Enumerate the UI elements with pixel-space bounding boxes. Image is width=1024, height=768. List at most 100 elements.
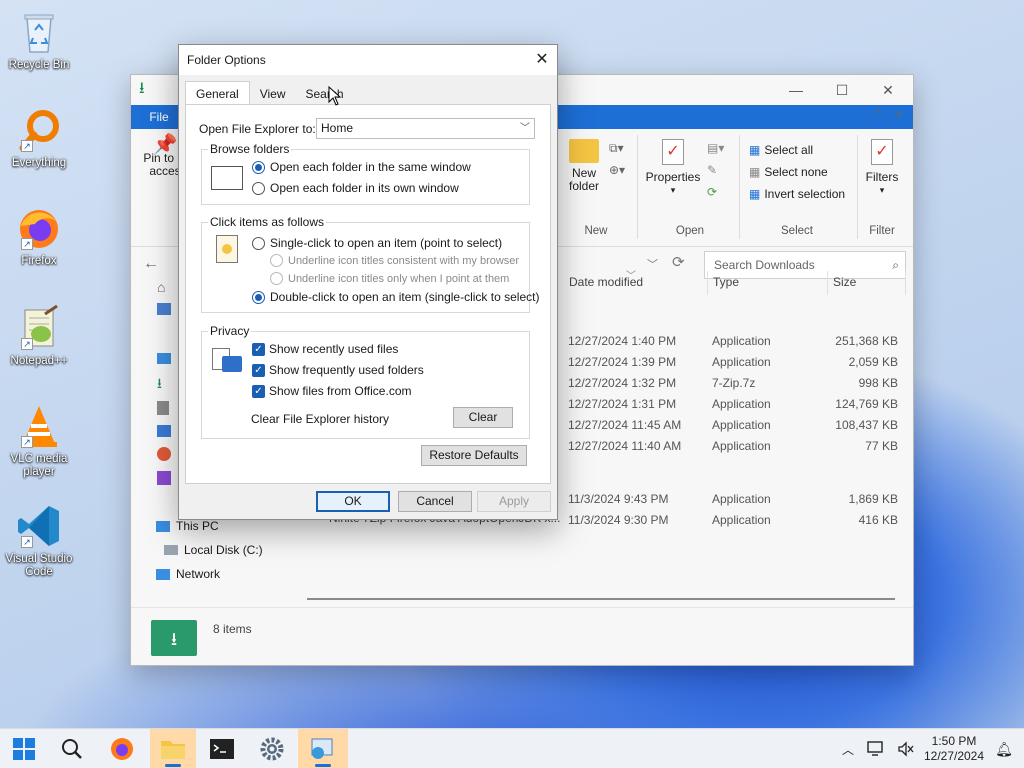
checkbox-office-files[interactable]: ✓ Show files from Office.com [252, 384, 412, 398]
nav-this-pc[interactable]: This PC [156, 519, 219, 533]
dialog-close-button[interactable]: ✕ [527, 45, 557, 75]
select-all-button[interactable]: ▦ Select all [749, 143, 813, 157]
notification-bell-icon[interactable]: 🔔︎ [992, 729, 1016, 768]
music-icon[interactable] [157, 447, 171, 461]
radio-underline-browser[interactable]: Underline icon titles consistent with my… [270, 254, 519, 267]
tab-search[interactable]: Search [296, 83, 354, 105]
column-divider [827, 271, 828, 295]
tray-overflow-chevron[interactable]: ︿ [838, 729, 858, 768]
videos-icon[interactable] [157, 471, 171, 485]
click-items-title: Click items as follows [208, 215, 327, 229]
tab-view[interactable]: View [250, 83, 296, 105]
properties-icon: ✓ [662, 139, 684, 165]
horizontal-scrollbar[interactable] [307, 598, 895, 600]
clear-history-button[interactable]: Clear [453, 407, 513, 428]
column-header-type[interactable]: Type [713, 275, 739, 289]
maximize-button[interactable]: ☐ [819, 75, 865, 105]
close-button[interactable]: ✕ [865, 75, 911, 105]
desktop-icon-label: VLC media player [10, 453, 68, 478]
column-header-size[interactable]: Size [833, 275, 856, 289]
folder-options-dialog[interactable]: Folder Options ✕ General View Search Ope… [178, 44, 558, 520]
desktop-icon-label: Recycle Bin [8, 59, 70, 71]
gallery-icon[interactable] [157, 303, 171, 315]
firefox-icon [111, 738, 133, 760]
taskbar-terminal[interactable] [202, 729, 242, 768]
shortcut-arrow-icon: ↗ [21, 436, 33, 448]
documents-icon[interactable] [157, 401, 169, 415]
table-row[interactable]: 12/27/2024 1:40 PM Application 251,368 K… [568, 331, 898, 352]
firefox-icon: ↗ [15, 204, 63, 252]
clock[interactable]: 1:50 PM 12/27/2024 [922, 729, 986, 768]
this-pc-icon [156, 520, 170, 532]
properties-button[interactable]: ✓ Properties ▾ [643, 139, 703, 197]
invert-selection-button[interactable]: ▦ Invert selection [749, 187, 845, 201]
edit-icon[interactable]: ✎ [707, 163, 717, 177]
radio-same-window[interactable]: Open each folder in the same window [252, 160, 471, 174]
group-separator [637, 135, 638, 239]
start-button[interactable] [4, 729, 44, 768]
desktop-icon-label: Visual Studio Code [5, 553, 73, 578]
table-row[interactable]: 12/27/2024 1:31 PM Application 124,769 K… [568, 394, 898, 415]
checkbox-recent-files[interactable]: ✓ Show recently used files [252, 342, 398, 356]
table-row[interactable]: 12/27/2024 11:40 AM Application 77 KB [568, 436, 898, 457]
table-row[interactable]: 12/27/2024 11:45 AM Application 108,437 … [568, 415, 898, 436]
open-icon[interactable]: ▤▾ [707, 141, 724, 155]
click-illustration-icon [216, 235, 238, 263]
table-row[interactable]: 11/3/2024 9:30 PM Application 416 KB [568, 510, 898, 531]
desktop-icon-notepad-plus-plus[interactable]: ↗ Notepad++ [4, 304, 74, 368]
ok-button[interactable]: OK [316, 491, 390, 512]
select-all-icon: ▦ [749, 143, 761, 157]
open-explorer-select[interactable]: Home ﹀ [316, 118, 535, 139]
restore-defaults-button[interactable]: Restore Defaults [421, 445, 527, 466]
network-status-icon[interactable] [864, 729, 888, 768]
desktop-icon-vlc[interactable]: ↗ VLC media player [4, 402, 74, 479]
nav-network[interactable]: Network [156, 567, 220, 581]
apply-button[interactable]: Apply [477, 491, 551, 512]
radio-single-click[interactable]: Single-click to open an item (point to s… [252, 236, 502, 250]
table-row[interactable]: 12/27/2024 1:32 PM 7-Zip.7z 998 KB [568, 373, 898, 394]
checkbox-frequent-folders[interactable]: ✓ Show frequently used folders [252, 363, 424, 377]
pictures-icon[interactable] [157, 425, 171, 437]
search-icon: ⌕ [892, 258, 899, 272]
tab-general[interactable]: General [185, 81, 250, 105]
table-row[interactable]: 11/3/2024 9:43 PM Application 1,869 KB [568, 489, 898, 510]
new-folder-button[interactable]: New folder [563, 139, 605, 193]
radio-underline-point[interactable]: Underline icon titles only when I point … [270, 272, 509, 285]
network-icon [156, 568, 170, 580]
desktop-icon-recycle-bin[interactable]: Recycle Bin [4, 8, 74, 72]
filters-button[interactable]: ✓ Filters ▾ [861, 139, 903, 197]
taskbar-firefox[interactable] [102, 729, 142, 768]
taskbar-search-button[interactable] [52, 729, 92, 768]
taskbar-file-explorer[interactable] [150, 729, 196, 768]
dialog-titlebar[interactable]: Folder Options ✕ [179, 45, 557, 75]
nav-local-disk[interactable]: Local Disk (C:) [164, 543, 263, 557]
address-dropdown-icon[interactable]: ﹀ [647, 256, 658, 272]
downloads-icon[interactable]: ⭳ [157, 373, 162, 397]
dialog-title: Folder Options [187, 53, 266, 67]
radio-double-click[interactable]: Double-click to open an item (single-cli… [252, 290, 539, 304]
back-arrow-icon[interactable]: ← [143, 255, 159, 273]
desktop-icon-firefox[interactable]: ↗ Firefox [4, 204, 74, 268]
table-row[interactable]: 12/27/2024 1:39 PM Application 2,059 KB [568, 352, 898, 373]
desktop-icon-vscode[interactable]: ↗ Visual Studio Code [4, 502, 74, 579]
history-icon[interactable]: ⟳ [707, 185, 717, 199]
radio-own-window[interactable]: Open each folder in its own window [252, 181, 459, 195]
refresh-icon[interactable]: ⟳ [672, 253, 685, 271]
desktop-folder-icon[interactable] [157, 353, 171, 364]
taskbar-settings[interactable] [252, 729, 292, 768]
ribbon-collapse-icon[interactable]: ⌃ [873, 107, 885, 124]
desktop-icon-label: Firefox [21, 255, 57, 267]
clock-date: 12/27/2024 [923, 749, 985, 763]
select-none-button[interactable]: ▦ Select none [749, 165, 828, 179]
volume-muted-icon[interactable] [894, 729, 918, 768]
desktop-icon-everything[interactable]: ↗ Everything [4, 106, 74, 170]
help-icon[interactable]: + [895, 106, 904, 123]
column-divider [707, 271, 708, 295]
copy-path-icon[interactable]: ⧉▾ [609, 141, 624, 156]
taskbar-folder-options[interactable] [298, 729, 348, 768]
minimize-button[interactable]: — [773, 75, 819, 105]
new-item-icon[interactable]: ⊕▾ [609, 163, 625, 177]
search-icon [62, 739, 82, 759]
cancel-button[interactable]: Cancel [398, 491, 472, 512]
home-icon[interactable]: ⌂ [157, 279, 165, 295]
